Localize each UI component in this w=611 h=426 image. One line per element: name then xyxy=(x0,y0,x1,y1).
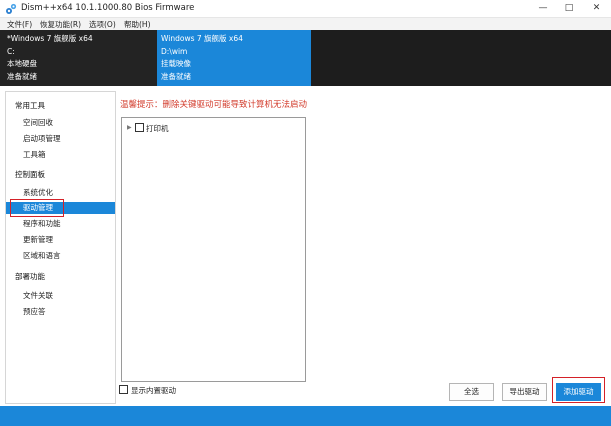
image-status: 准备就绪 xyxy=(161,71,191,81)
title-bar: Dism++x64 10.1.1000.80 Bios Firmware — □… xyxy=(0,0,611,18)
image-info-bar: *Windows 7 旗舰版 x64 C: 本地硬盘 准备就绪 Windows … xyxy=(0,30,611,86)
group-title-control-panel: 控制面板 xyxy=(15,170,45,179)
menu-bar: 文件(F) 恢复功能(R) 选项(O) 帮助(H) xyxy=(0,18,611,30)
close-button[interactable]: ✕ xyxy=(582,0,611,18)
sidebar-item-driver-manager[interactable]: 驱动管理 xyxy=(6,202,115,214)
image-os-name: Windows 7 旗舰版 x64 xyxy=(161,34,243,43)
menu-file[interactable]: 文件(F) xyxy=(7,19,32,30)
add-driver-button[interactable]: 添加驱动 xyxy=(556,383,601,401)
menu-options[interactable]: 选项(O) xyxy=(89,19,116,30)
show-builtin-checkbox[interactable] xyxy=(119,385,128,394)
status-bar xyxy=(0,406,611,426)
sidebar-nav: 常用工具 空间回收 启动项管理 工具箱 控制面板 系统优化 驱动管理 程序和功能… xyxy=(5,91,116,404)
driver-tree[interactable]: ▶ 打印机 xyxy=(121,117,306,382)
sidebar-item-toolbox[interactable]: 工具箱 xyxy=(6,149,115,161)
group-title-common-tools: 常用工具 xyxy=(15,101,45,110)
image-os-name: *Windows 7 旗舰版 x64 xyxy=(7,34,93,43)
image-path: D:\wim xyxy=(161,46,188,56)
minimize-button[interactable]: — xyxy=(530,0,556,18)
sidebar-item-programs-features[interactable]: 程序和功能 xyxy=(6,218,115,230)
sidebar-item-space-cleanup[interactable]: 空间回收 xyxy=(6,117,115,129)
menu-help[interactable]: 帮助(H) xyxy=(124,19,151,30)
maximize-button[interactable]: □ xyxy=(556,0,582,18)
group-title-deployment: 部署功能 xyxy=(15,272,45,281)
select-all-button[interactable]: 全选 xyxy=(449,383,494,401)
driver-category-label: 打印机 xyxy=(146,124,169,133)
image-session-mounted[interactable]: Windows 7 旗舰版 x64 D:\wim 挂载映像 准备就绪 xyxy=(157,30,311,86)
image-path: C: xyxy=(7,46,15,56)
sidebar-item-startup-manager[interactable]: 启动项管理 xyxy=(6,133,115,145)
image-session-local[interactable]: *Windows 7 旗舰版 x64 C: 本地硬盘 准备就绪 xyxy=(0,30,157,86)
driver-category-checkbox[interactable] xyxy=(135,123,144,132)
sidebar-item-update-manager[interactable]: 更新管理 xyxy=(6,234,115,246)
sidebar-item-region-language[interactable]: 区域和语言 xyxy=(6,250,115,262)
show-builtin-label: 显示内置驱动 xyxy=(131,386,176,395)
sidebar-item-file-association[interactable]: 文件关联 xyxy=(6,290,115,302)
export-driver-button[interactable]: 导出驱动 xyxy=(502,383,547,401)
window-title: Dism++x64 10.1.1000.80 Bios Firmware xyxy=(21,3,195,13)
driver-manager-panel: 温馨提示：删除关键驱动可能导致计算机无法启动 ▶ 打印机 显示内置驱动 全选 导… xyxy=(116,91,611,404)
sidebar-item-system-optimize[interactable]: 系统优化 xyxy=(6,187,115,199)
warning-text: 温馨提示：删除关键驱动可能导致计算机无法启动 xyxy=(120,100,308,110)
image-type: 挂载映像 xyxy=(161,59,191,68)
sidebar-item-answer-file[interactable]: 预应答 xyxy=(6,306,115,318)
expand-arrow-icon[interactable]: ▶ xyxy=(127,124,132,131)
app-gear-icon xyxy=(6,3,17,14)
image-type: 本地硬盘 xyxy=(7,59,37,68)
menu-restore[interactable]: 恢复功能(R) xyxy=(40,19,81,30)
image-status: 准备就绪 xyxy=(7,71,37,81)
